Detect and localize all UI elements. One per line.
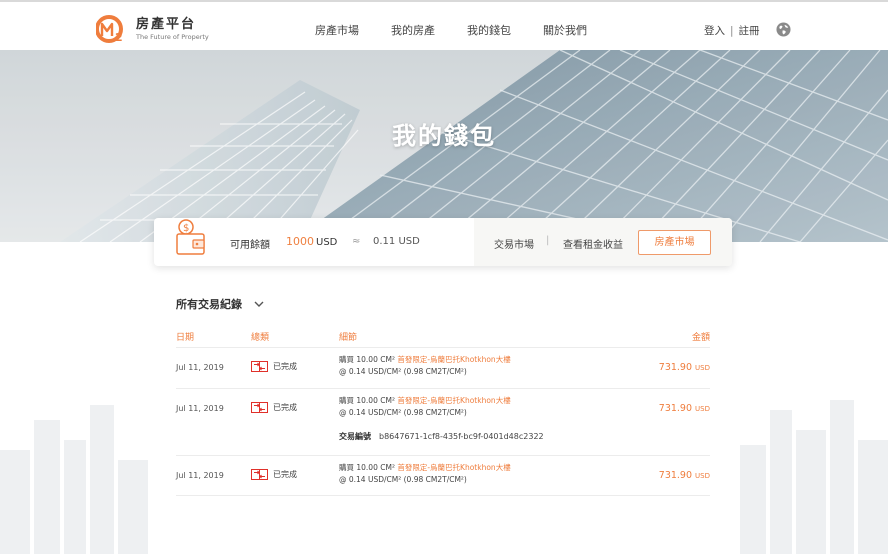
status-text: 已完成 [273,362,297,371]
balance-amount: 1000 [286,235,314,248]
wallet-summary-card: $ 可用餘額 1000 USD ≈ 0.11 USD 交易市場 | 查看租金收益 … [154,218,732,266]
txid-label: 交易編號 [339,432,371,441]
status-text: 已完成 [273,470,297,479]
transactions-table-header: 日期 總類 細節 金額 [176,330,710,348]
header-date: 日期 [176,333,195,343]
amount-value: 731.90 [658,470,693,481]
row-date: Jul 11, 2019 [176,363,224,372]
hero-banner: 我的錢包 [0,50,888,242]
nav-item-my-property[interactable]: 我的房產 [391,22,435,38]
amount-value: 731.90 [658,403,693,414]
table-row: Jul 11, 2019 已完成 購買 10.00 CM² 首發限定-烏蘭巴托K… [176,349,710,389]
transfer-icon [251,361,268,372]
globe-icon[interactable] [776,22,791,37]
logo-icon: 2 [96,15,123,44]
balance-unit: USD [316,237,338,248]
row-status: 已完成 [251,469,297,480]
row-detail: 購買 10.00 CM² 首發限定-烏蘭巴托Khotkhon大樓 @ 0.14 … [339,354,511,378]
rent-income-link[interactable]: 查看租金收益 [563,236,623,251]
wallet-actions-separator: | [546,235,550,246]
top-header: 2 房產平台 The Future of Property 房產市場 我的房產 … [0,0,888,50]
wallet-actions: 交易市場 | 查看租金收益 房產市場 [474,218,732,266]
property-link[interactable]: 首發限定-烏蘭巴托Khotkhon大樓 [397,396,510,405]
transfer-icon [251,469,268,480]
approx-symbol: ≈ [352,236,361,247]
amount-currency: USD [695,405,710,413]
main-nav: 房產市場 我的房產 我的錢包 關於我們 [315,22,619,38]
row-amount: 731.90 USD [659,403,710,414]
trading-market-link[interactable]: 交易市場 [494,236,534,251]
row-amount: 731.90 USD [659,362,710,373]
property-market-button[interactable]: 房產市場 [638,230,711,255]
svg-text:$: $ [183,223,189,234]
register-link[interactable]: 註冊 [739,23,760,38]
property-link[interactable]: 首發限定-烏蘭巴托Khotkhon大樓 [397,463,510,472]
amount-value: 731.90 [658,362,693,373]
svg-text:2: 2 [115,31,123,44]
balance-panel: $ 可用餘額 1000 USD ≈ 0.11 USD [154,218,474,266]
row-status: 已完成 [251,402,297,413]
table-row: Jul 11, 2019 已完成 購買 10.00 CM² 首發限定-烏蘭巴托K… [176,456,710,496]
row-detail: 購買 10.00 CM² 首發限定-烏蘭巴托Khotkhon大樓 @ 0.14 … [339,462,511,486]
nav-item-my-wallet[interactable]: 我的錢包 [467,22,511,38]
nav-item-property-market[interactable]: 房產市場 [315,22,359,38]
logo-title: 房產平台 [136,16,197,32]
converted-balance: 0.11 USD [373,236,420,247]
detail-rate: @ 0.14 USD/CM² (0.98 CM2T/CM²) [339,367,467,376]
chevron-down-icon [254,301,264,307]
transfer-icon [251,402,268,413]
available-balance-label: 可用餘額 [230,240,270,251]
detail-prefix: 購買 10.00 CM² [339,463,398,472]
status-text: 已完成 [273,403,297,412]
header-amount: 金額 [691,333,710,343]
transactions-filter[interactable]: 所有交易紀錄 [176,296,264,312]
login-link[interactable]: 登入 [704,23,725,38]
amount-currency: USD [695,472,710,480]
txid-value: b8647671-1cf8-435f-bc9f-0401d48c2322 [379,432,544,441]
nav-item-about-us[interactable]: 關於我們 [543,22,587,38]
row-detail: 購買 10.00 CM² 首發限定-烏蘭巴托Khotkhon大樓 @ 0.14 … [339,395,511,419]
header-detail: 細節 [339,333,358,343]
amount-currency: USD [695,364,710,372]
property-link[interactable]: 首發限定-烏蘭巴托Khotkhon大樓 [397,355,510,364]
logo[interactable]: 2 房產平台 The Future of Property [96,14,209,44]
row-date: Jul 11, 2019 [176,404,224,413]
row-amount: 731.90 USD [659,470,710,481]
transaction-id: 交易編號 b8647671-1cf8-435f-bc9f-0401d48c2322 [339,431,544,442]
auth-separator: | [730,24,734,37]
table-row: Jul 11, 2019 已完成 購買 10.00 CM² 首發限定-烏蘭巴托K… [176,389,710,456]
wallet-icon: $ [176,219,205,255]
logo-subtitle: The Future of Property [136,32,209,41]
detail-rate: @ 0.14 USD/CM² (0.98 CM2T/CM²) [339,475,467,484]
detail-prefix: 購買 10.00 CM² [339,396,398,405]
auth-links: 登入 | 註冊 [704,23,760,38]
detail-prefix: 購買 10.00 CM² [339,355,398,364]
transactions-title: 所有交易紀錄 [176,298,242,311]
available-balance-value: 1000 USD [286,235,337,248]
row-date: Jul 11, 2019 [176,471,224,480]
page-title: 我的錢包 [392,122,496,150]
header-type: 總類 [251,333,270,343]
row-status: 已完成 [251,361,297,372]
detail-rate: @ 0.14 USD/CM² (0.98 CM2T/CM²) [339,408,467,417]
